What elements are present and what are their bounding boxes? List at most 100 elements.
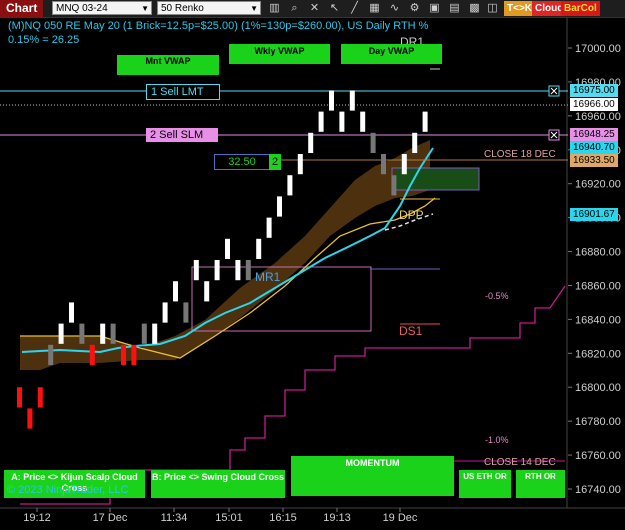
bar-chart-icon[interactable]: ▥: [267, 1, 282, 16]
position-pnl[interactable]: 32.50: [214, 154, 270, 170]
x-tick-label: 17 Dec: [93, 512, 128, 524]
properties-icon[interactable]: ▦: [367, 1, 382, 16]
mr1-label: MR1: [255, 270, 281, 284]
chart-trader-icon[interactable]: ▣: [427, 1, 442, 16]
x-tick-label: 19 Dec: [383, 512, 418, 524]
renko-brick: [79, 323, 85, 344]
rth-or-button[interactable]: RTH OR: [516, 470, 565, 498]
close-order-2-icon[interactable]: [548, 129, 560, 141]
renko-brick: [381, 154, 386, 175]
y-tick-label: 16860.00: [575, 280, 621, 292]
grid-icon[interactable]: ▩: [467, 1, 482, 16]
snapshot-icon[interactable]: ◫: [485, 1, 500, 16]
indicators-icon[interactable]: ∿: [387, 1, 402, 16]
strategy-icon[interactable]: ⚙: [407, 1, 422, 16]
renko-brick: [329, 90, 334, 111]
renko-brick: [141, 323, 147, 344]
y-tick-label: 16960.00: [575, 111, 621, 123]
chart-header: (M)NQ 050 RE May 20 (1 Brick=12.5p=$25.0…: [8, 20, 429, 32]
renko-brick: [277, 196, 282, 217]
renko-brick: [193, 260, 199, 281]
sell-lmt-price-tag: 16975.00: [570, 84, 618, 97]
copyright-label: © 2023 NinjaTrader, LLC: [7, 484, 129, 496]
renko-brick: [412, 132, 418, 154]
dpp-label: DPP: [399, 208, 424, 222]
renko-brick: [391, 175, 397, 196]
pct-neg10-label: -1.0%: [485, 435, 509, 445]
y-tick-label: 16820.00: [575, 348, 621, 360]
sell-lmt-order[interactable]: 1 Sell LMT: [146, 84, 220, 100]
price-chart[interactable]: 17000.0016980.0016960.0016940.0016920.00…: [0, 18, 625, 530]
x-tick-label: 19:13: [323, 512, 351, 524]
y-tick-label: 16740.00: [575, 484, 621, 496]
x-tick-label: 11:34: [161, 512, 188, 524]
renko-brick: [121, 344, 126, 366]
renko-brick: [349, 90, 355, 111]
renko-brick: [245, 260, 251, 281]
day-vwap-button[interactable]: Day VWAP: [341, 44, 442, 64]
renko-brick: [360, 111, 366, 132]
draw-line-icon[interactable]: ╱: [347, 1, 362, 16]
renko-brick: [214, 260, 220, 281]
y-tick-label: 16880.00: [575, 247, 621, 259]
renko-brick: [308, 132, 314, 154]
zoom-icon[interactable]: ⌕: [287, 1, 302, 16]
renko-brick: [401, 154, 407, 175]
renko-brick: [235, 260, 241, 281]
renko-brick: [58, 323, 64, 344]
renko-brick: [69, 302, 74, 323]
pointer-icon[interactable]: ↖: [327, 1, 342, 16]
renko-brick: [287, 175, 293, 196]
renko-brick: [110, 323, 116, 344]
x-tick-label: 15:01: [215, 512, 243, 524]
y-tick-label: 16800.00: [575, 382, 621, 394]
instrument-selector[interactable]: MNQ 03-24 ▼: [52, 1, 152, 15]
instrument-value: MNQ 03-24: [56, 3, 108, 14]
swing-cross-button[interactable]: B: Price <> Swing Cloud Cross: [151, 470, 285, 498]
renko-brick: [225, 238, 230, 260]
renko-brick: [339, 111, 345, 132]
renko-brick: [204, 281, 210, 302]
renko-brick: [256, 238, 262, 260]
x-tick-label: 19:12: [23, 512, 51, 524]
sell-slm-price-tag: 16948.25: [570, 128, 618, 141]
vwap-price-tag: 16901.67: [570, 208, 618, 221]
templates-icon[interactable]: ▤: [447, 1, 462, 16]
y-tick-label: 16920.00: [575, 179, 621, 191]
renko-brick: [266, 217, 272, 238]
wkly-vwap-button[interactable]: Wkly VWAP: [229, 44, 330, 64]
ds1-label: DS1: [399, 324, 423, 338]
y-tick-label: 16780.00: [575, 416, 621, 428]
last-price-tag: 16966.00: [570, 98, 618, 111]
renko-brick: [17, 387, 22, 408]
renko-brick: [48, 344, 54, 366]
y-tick-label: 16840.00: [575, 314, 621, 326]
mnt-vwap-button[interactable]: Mnt VWAP: [117, 55, 219, 75]
renko-brick: [131, 344, 137, 366]
close-order-1-icon[interactable]: [548, 85, 560, 97]
renko-brick: [89, 344, 95, 366]
renko-brick: [152, 323, 158, 344]
tk-button[interactable]: T<>K: [504, 1, 536, 16]
momentum-button[interactable]: MOMENTUM: [291, 456, 454, 496]
scalp-cloud: [395, 168, 479, 190]
position-quantity[interactable]: 2: [269, 154, 281, 170]
renko-brick: [370, 132, 376, 154]
us-eth-or-button[interactable]: US ETH OR: [459, 470, 511, 498]
y-tick-label: 16760.00: [575, 450, 621, 462]
window-title: Chart: [0, 0, 44, 17]
renko-brick: [100, 323, 106, 344]
chevron-down-icon: ▼: [250, 4, 258, 13]
sell-slm-order[interactable]: 2 Sell SLM: [146, 128, 218, 142]
toolbar: Chart MNQ 03-24 ▼ 50 Renko ▼ ▥ ⌕ ✕ ↖ ╱ ▦…: [0, 0, 625, 18]
crosshair-icon[interactable]: ✕: [307, 1, 322, 16]
renko-brick: [422, 111, 428, 132]
barcol-button[interactable]: BarCol: [561, 1, 600, 16]
renko-brick: [173, 281, 178, 302]
renko-brick: [37, 387, 43, 408]
close-18-label: CLOSE 18 DEC: [484, 149, 556, 160]
chevron-down-icon: ▼: [141, 4, 149, 13]
renko-brick: [297, 154, 303, 175]
bar-type-selector[interactable]: 50 Renko ▼: [157, 1, 261, 15]
close-18-price-tag: 16933.50: [570, 154, 618, 167]
